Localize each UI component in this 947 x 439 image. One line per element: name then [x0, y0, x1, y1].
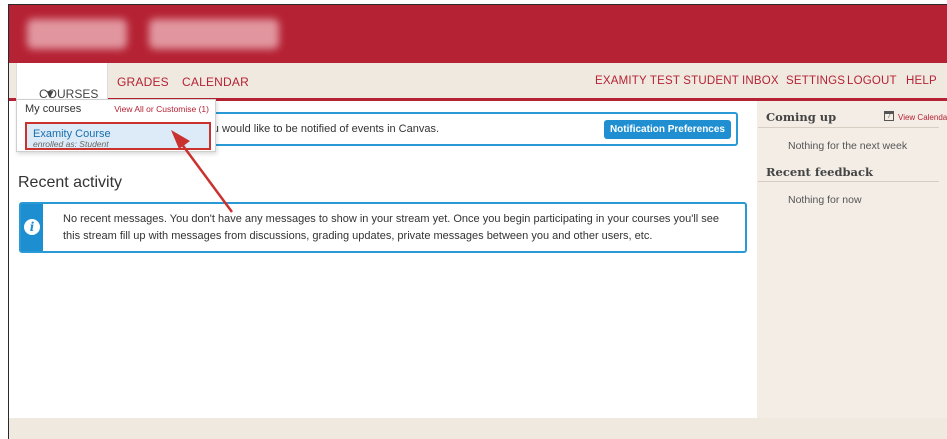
- courses-dropdown: My courses View All or Customise (1) Exa…: [16, 99, 216, 152]
- top-navigation: COURSES ▼ GRADES CALENDAR EXAMITY TEST ST…: [9, 63, 947, 101]
- blurred-logo: [27, 19, 127, 49]
- info-strip: i: [21, 204, 43, 251]
- course-item-examity[interactable]: Examity Course enrolled as: Student: [25, 122, 211, 150]
- nav-settings[interactable]: SETTINGS: [786, 75, 845, 87]
- nav-help[interactable]: HELP: [906, 75, 937, 87]
- nav-calendar[interactable]: CALENDAR: [182, 75, 249, 89]
- info-icon: i: [24, 219, 40, 235]
- blurred-logo-text: [149, 19, 279, 49]
- view-calendar-link[interactable]: View Calendar: [898, 113, 947, 122]
- calendar-icon: 7: [884, 111, 894, 121]
- notice-text: n you would like to be notified of event…: [192, 123, 440, 135]
- coming-up-heading: Coming up: [766, 110, 837, 124]
- info-message: No recent messages. You don't have any m…: [63, 213, 720, 242]
- recent-feedback-heading: Recent feedback: [766, 165, 873, 179]
- recent-activity-heading: Recent activity: [18, 174, 123, 191]
- course-enrollment: enrolled as: Student: [33, 139, 109, 149]
- sidebar-divider: [758, 127, 939, 128]
- view-all-courses-link[interactable]: View All or Customise (1): [114, 104, 209, 114]
- header-bar: [9, 5, 947, 63]
- sidebar-divider: [758, 181, 939, 182]
- nav-grades[interactable]: GRADES: [117, 75, 169, 89]
- nav-user[interactable]: EXAMITY TEST STUDENT: [595, 75, 739, 87]
- feedback-empty: Nothing for now: [788, 194, 862, 206]
- coming-up-empty: Nothing for the next week: [788, 140, 908, 152]
- my-courses-label: My courses: [25, 103, 82, 115]
- recent-messages-info: i No recent messages. You don't have any…: [19, 202, 747, 253]
- nav-inbox[interactable]: INBOX: [742, 75, 779, 87]
- notification-notice: n you would like to be notified of event…: [182, 112, 738, 146]
- notification-preferences-button[interactable]: Notification Preferences: [603, 120, 731, 139]
- courses-menu-tab[interactable]: COURSES ▼: [16, 63, 108, 101]
- nav-logout[interactable]: LOGOUT: [847, 75, 897, 87]
